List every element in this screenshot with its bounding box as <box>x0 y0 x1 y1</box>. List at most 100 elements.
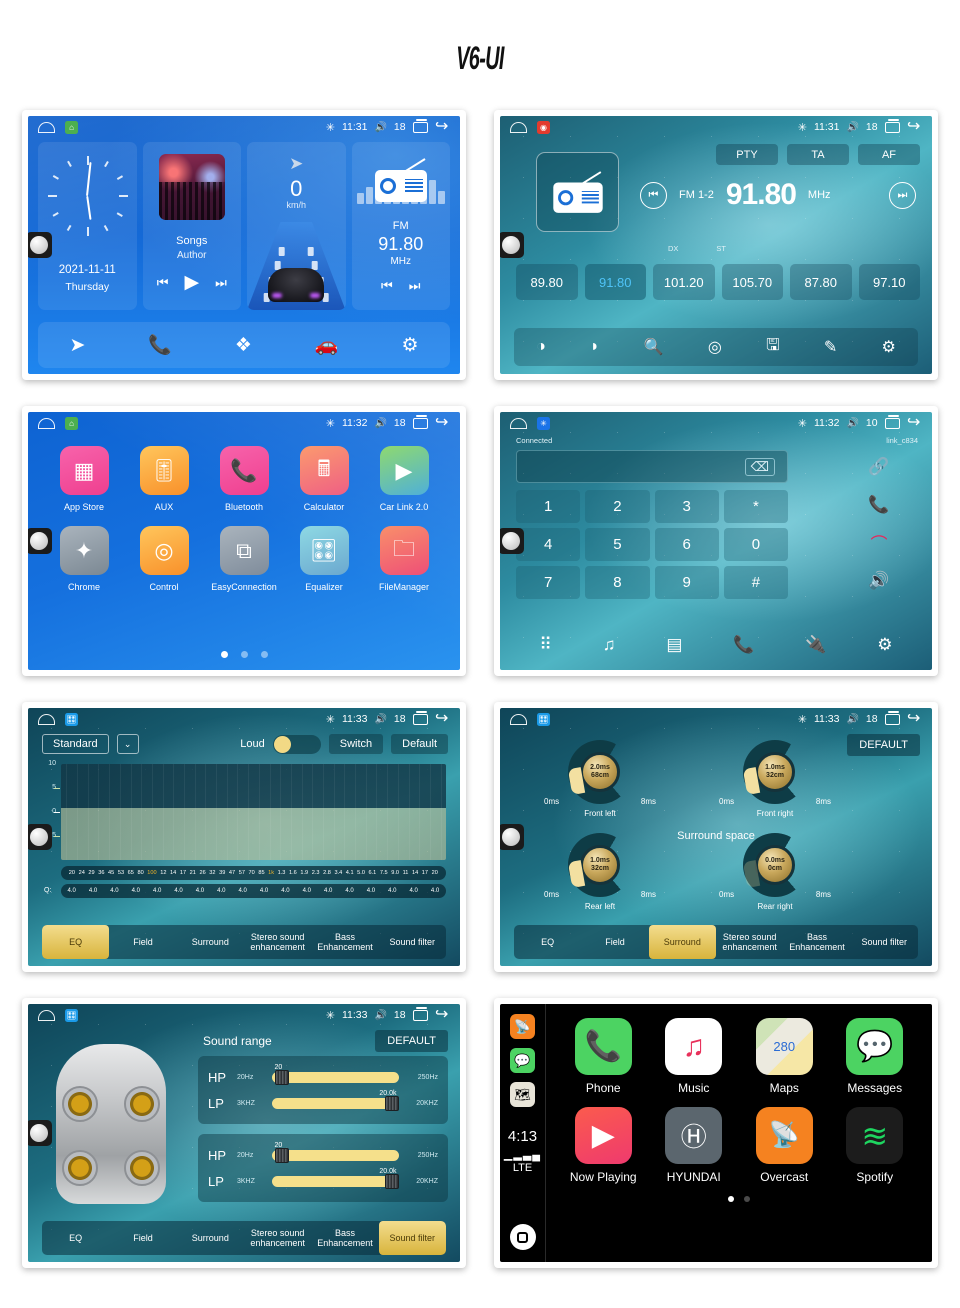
eq-band-line[interactable] <box>130 764 132 860</box>
carplay-home-button[interactable] <box>509 1224 536 1250</box>
q-value[interactable]: 4.0 <box>388 888 396 894</box>
eq-band-line[interactable] <box>151 764 153 860</box>
bluetooth-badge-icon[interactable]: ✳ <box>537 416 550 430</box>
volume-knob[interactable] <box>28 528 52 554</box>
back-icon[interactable]: ↩ <box>435 414 448 431</box>
frequency-label[interactable]: 1.9 <box>300 870 308 876</box>
hp-track[interactable]: 20 <box>272 1142 399 1163</box>
carplay-app-overcast[interactable]: 📡 Overcast <box>744 1107 824 1184</box>
q-value[interactable]: 4.0 <box>68 888 76 894</box>
tab-field[interactable]: Field <box>109 1221 176 1255</box>
eq-band-line[interactable] <box>194 764 196 860</box>
default-button[interactable]: DEFAULT <box>847 734 920 756</box>
q-value[interactable]: 4.0 <box>153 888 161 894</box>
eq-band-line[interactable] <box>301 764 303 860</box>
frequency-label[interactable]: 5.0 <box>357 870 365 876</box>
eq-band-line[interactable] <box>205 764 207 860</box>
preset-button[interactable]: 105.70 <box>721 264 783 300</box>
search-icon[interactable]: 🔍 <box>644 337 664 357</box>
frequency-label[interactable]: 14 <box>170 870 176 876</box>
tab-bass-enhancement[interactable]: Bass Enhancement <box>783 925 850 959</box>
recents-icon[interactable] <box>884 711 900 725</box>
q-value[interactable]: 4.0 <box>260 888 268 894</box>
prev-track-icon[interactable]: ⏮ <box>157 275 169 291</box>
knob-front-right[interactable]: 1.0ms 32cm 0ms 8ms Front right <box>719 740 831 820</box>
back-icon[interactable]: ↩ <box>435 118 448 135</box>
speaker-icon[interactable]: 🔊 <box>840 564 918 597</box>
default-button[interactable]: Default <box>391 734 448 754</box>
q-strip[interactable]: 4.0 4.0 4.0 4.0 4.0 4.0 4.0 4.0 4.0 4.0 4.0 4.0 4.0 4… <box>61 884 446 898</box>
maps-icon[interactable]: 🗺 <box>510 1082 535 1107</box>
page-dot[interactable] <box>240 651 248 658</box>
app-item-equalizer[interactable]: 🎛 Equalizer <box>288 526 360 592</box>
eq-band-line[interactable] <box>290 764 292 860</box>
tune-up-icon[interactable]: ⏭ <box>889 181 916 209</box>
equalizer-badge-icon[interactable]: 🎛 <box>65 1008 78 1022</box>
eq-band-line[interactable] <box>183 764 185 860</box>
tab-eq[interactable]: EQ <box>514 925 581 959</box>
tab-bass-enhancement[interactable]: Bass Enhancement <box>311 1221 378 1255</box>
frequency-label[interactable]: 21 <box>190 870 196 876</box>
eq-band-line[interactable] <box>173 764 175 860</box>
loop-icon[interactable]: ◑ <box>536 338 546 356</box>
edit-icon[interactable]: ✎ <box>824 337 837 357</box>
back-icon[interactable]: ↩ <box>435 1006 448 1023</box>
carplay-app-now-playing[interactable]: ▶ Now Playing <box>563 1107 643 1184</box>
frequency-label[interactable]: 36 <box>98 870 104 876</box>
volume-knob[interactable] <box>28 1120 52 1146</box>
app-item-aux[interactable]: 🎚 AUX <box>128 446 200 512</box>
home-icon[interactable] <box>38 713 55 725</box>
frequency-label[interactable]: 80 <box>137 870 143 876</box>
key-9[interactable]: 9 <box>654 566 719 599</box>
key-hash[interactable]: # <box>723 566 788 599</box>
tab-stereo-sound-enhancement[interactable]: Stereo sound enhancement <box>716 925 783 959</box>
play-icon[interactable]: ▶ <box>184 271 199 294</box>
app-item-filemanager[interactable]: 🗀 FileManager <box>368 526 440 592</box>
tab-field[interactable]: Field <box>581 925 648 959</box>
eq-band-line[interactable] <box>333 764 335 860</box>
calllog-icon[interactable]: 📞 <box>733 635 754 655</box>
eq-band-line[interactable] <box>248 764 250 860</box>
frequency-label[interactable]: 85 <box>258 870 264 876</box>
eq-band-line[interactable] <box>77 764 79 860</box>
frequency-label[interactable]: 7.5 <box>380 870 388 876</box>
recents-icon[interactable] <box>412 415 428 429</box>
eq-band-line[interactable] <box>387 764 389 860</box>
eq-band-line[interactable] <box>344 764 346 860</box>
app-item-app-store[interactable]: ▦ App Store <box>48 446 120 512</box>
frequency-label[interactable]: 1.3 <box>278 870 286 876</box>
frequency-label[interactable]: 29 <box>88 870 94 876</box>
knob-rear-right[interactable]: 0.0ms 0cm 0ms 8ms Rear right <box>719 833 831 913</box>
carplay-app-hyundai[interactable]: Ⓗ HYUNDAI <box>654 1107 734 1184</box>
hp-track[interactable]: 20 <box>272 1064 399 1085</box>
eq-band-line[interactable] <box>397 764 399 860</box>
clock-widget[interactable]: 2021-11-11 Thursday <box>38 142 137 310</box>
dialpad-icon[interactable]: ⠿ <box>539 635 551 655</box>
tab-sound-filter[interactable]: Sound filter <box>379 925 446 959</box>
preset-button[interactable]: 101.20 <box>653 264 715 300</box>
key-4[interactable]: 4 <box>516 528 581 561</box>
slider-row-lp[interactable]: LP 3KHZ 20.0k 20KHZ <box>208 1168 438 1194</box>
frequency-label[interactable]: 3.4 <box>334 870 342 876</box>
eq-band-line[interactable] <box>376 764 378 860</box>
radio-widget[interactable]: FM 91.80 MHz ⏮ ⏭ <box>351 142 450 310</box>
recents-icon[interactable] <box>884 415 900 429</box>
recents-icon[interactable] <box>412 119 428 133</box>
app-item-control[interactable]: ◎ Control <box>128 526 200 592</box>
eq-band-line[interactable] <box>312 764 314 860</box>
frequency-label[interactable]: 1.6 <box>289 870 297 876</box>
q-value[interactable]: 4.0 <box>303 888 311 894</box>
eq-band-line[interactable] <box>280 764 282 860</box>
frequency-label[interactable]: 20 <box>69 870 75 876</box>
frequency-label[interactable]: 20 <box>432 870 438 876</box>
preset-button[interactable]: 89.80 <box>516 264 578 300</box>
slider-row-lp[interactable]: LP 3KHZ 20.0k 20KHZ <box>208 1090 438 1116</box>
pty-button[interactable]: PTY <box>716 144 778 165</box>
eq-band-line[interactable] <box>216 764 218 860</box>
frequency-strip[interactable]: 20 24 29 36 45 53 65 80 100 12 14 17 21 26 32 39 47 57 70 8… <box>61 866 446 880</box>
key-6[interactable]: 6 <box>654 528 719 561</box>
tab-surround[interactable]: Surround <box>177 925 244 959</box>
tab-eq[interactable]: EQ <box>42 925 110 959</box>
home-icon[interactable] <box>510 417 527 429</box>
frequency-label[interactable]: 1k <box>268 870 274 876</box>
